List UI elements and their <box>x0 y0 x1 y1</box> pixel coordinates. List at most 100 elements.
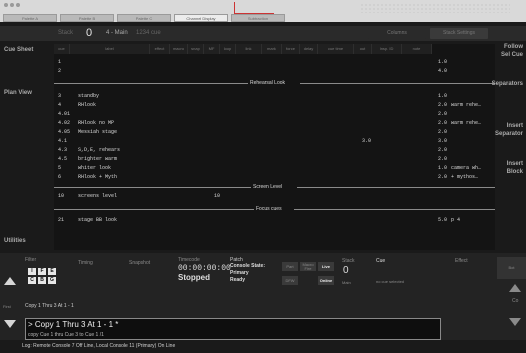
column-header-macro[interactable]: macro <box>170 44 188 54</box>
filter-g-button[interactable]: G <box>48 277 56 284</box>
cue-row[interactable]: 2 4.0 <box>54 67 495 76</box>
cue-row[interactable]: 3 standby 1.0 <box>54 92 495 101</box>
bottom-main-button[interactable]: Main <box>342 280 351 285</box>
column-header-insp-id[interactable]: Insp. ID <box>372 44 402 54</box>
dfw-button[interactable]: DFW <box>282 276 298 285</box>
filter-f-button[interactable]: F <box>38 268 46 275</box>
follow-sel-cue-button[interactable]: Follow Sel Cue <box>501 43 523 59</box>
macro-fire-button[interactable]: Macro Fire <box>300 262 316 271</box>
insert-block-button[interactable]: Insert Block <box>507 160 523 176</box>
column-header-delay[interactable]: delay <box>300 44 318 54</box>
separators-label[interactable]: Separators <box>492 80 523 88</box>
command-line-text[interactable]: > Copy 1 Thru 3 At 1 - 1 * <box>28 320 118 329</box>
plan-view-label[interactable]: Plan View <box>4 90 32 96</box>
zoom-window-button[interactable] <box>16 3 20 7</box>
right-up-arrow-icon[interactable] <box>509 284 521 292</box>
cue-label: S,D,E, rehears <box>78 147 121 153</box>
filter-b-button[interactable]: B <box>38 277 46 284</box>
tab-channel-display[interactable]: Channel Display <box>174 14 228 22</box>
column-header-note[interactable]: note <box>402 44 432 54</box>
toolbar-dot-grid <box>360 3 510 13</box>
timing-label[interactable]: Timing <box>78 260 93 266</box>
filter-e-button[interactable]: E <box>48 268 56 275</box>
stack-number[interactable]: 0 <box>86 27 92 39</box>
co-button[interactable]: Co <box>512 298 518 304</box>
cue-row[interactable]: 10 screens level 10 <box>54 192 495 201</box>
tab-palette-b[interactable]: Palette B <box>60 14 114 22</box>
column-header-effect[interactable]: effect <box>150 44 170 54</box>
cue-number: 4.05 <box>58 129 71 135</box>
previous-command: Copy 1 Thru 3 At 1 - 1 <box>25 303 74 309</box>
separator-row[interactable]: Screen Level <box>54 183 495 191</box>
column-header-force[interactable]: force <box>282 44 300 54</box>
command-line[interactable]: > Copy 1 Thru 3 At 1 - 1 * copy Cue 1 th… <box>25 318 441 340</box>
cue-row[interactable]: 4.5 brighter warm 2.0 <box>54 155 495 164</box>
cue-row[interactable]: 4 RHlook 2.0 warm rehe… <box>54 101 495 110</box>
close-window-button[interactable] <box>4 3 8 7</box>
cue-row[interactable]: 4.1 3.0 3.0 <box>54 137 495 146</box>
down-arrow-icon[interactable] <box>4 320 16 328</box>
column-header-cue-time[interactable]: cue time <box>318 44 354 54</box>
cue-note: p 4 <box>451 217 461 223</box>
cue-insp: 2.0 <box>438 120 448 126</box>
cue-label: RHlook <box>78 102 97 108</box>
separator-row[interactable]: Rehearsal Look <box>54 79 495 87</box>
column-header-mf[interactable]: MF <box>204 44 220 54</box>
live-button[interactable]: Live <box>318 262 334 271</box>
online-button[interactable]: Online <box>318 276 334 285</box>
tab-palette-a[interactable]: Palette A <box>3 14 57 22</box>
insert-separator-button[interactable]: Insert Separator <box>495 122 523 138</box>
tab-palette-c[interactable]: Palette C <box>117 14 171 22</box>
filter-label: Filter <box>25 257 37 263</box>
cue-insp: 1.0 <box>438 93 448 99</box>
command-help-text: copy Cue 1 thru Cue 3 to Cue 1 /1 <box>28 332 104 338</box>
timecode-value: 00:00:00:00 <box>178 264 231 273</box>
bot-button[interactable]: Bot <box>497 257 526 279</box>
effect-label: Effect <box>455 258 468 264</box>
cue-row[interactable]: 4.01 2.0 <box>54 110 495 119</box>
column-header-link[interactable]: link <box>236 44 262 54</box>
cue-row[interactable]: 21 stage BB look 5.0 p 4 <box>54 216 495 225</box>
filter-i-button[interactable]: I <box>28 268 36 275</box>
stack-label: Stack <box>58 30 74 36</box>
cue-label: RHlook + Myth <box>78 174 118 180</box>
snapshot-label[interactable]: Snapshot <box>129 260 150 266</box>
stack-settings-button[interactable]: Stack Settings <box>430 28 488 39</box>
columns-button[interactable]: Columns <box>368 28 426 39</box>
up-arrow-icon[interactable] <box>4 277 16 285</box>
cue-number: 4 <box>58 102 62 108</box>
cue-insp: 3.0 <box>438 138 448 144</box>
cue-row[interactable]: 4.05 Messiah stage 2.0 <box>54 128 495 137</box>
cue-sheet-label[interactable]: Cue Sheet <box>4 47 33 53</box>
filter-c-button[interactable]: C <box>28 277 36 284</box>
part-button[interactable]: Part <box>282 262 298 271</box>
cue-row[interactable]: 5 whiter look 1.0 camera wh… <box>54 164 495 173</box>
separator-row[interactable]: Focus cues <box>54 205 495 213</box>
utilities-label[interactable]: Utilities <box>4 238 26 244</box>
cue-insp: 2.0 <box>438 102 448 108</box>
tab-subtraction[interactable]: Subtraction <box>231 14 285 22</box>
right-down-arrow-icon[interactable] <box>509 318 521 326</box>
column-header-mark[interactable]: mark <box>262 44 282 54</box>
bottom-stack-value[interactable]: 0 <box>343 265 349 276</box>
minimize-window-button[interactable] <box>10 3 14 7</box>
cue-row[interactable]: 4.3 S,D,E, rehears 2.0 <box>54 146 495 155</box>
timecode-label: Timecode <box>178 257 200 263</box>
separator-line <box>54 83 248 84</box>
status-bar: Log: Remote Console 7 Off Line, Local Co… <box>0 340 526 353</box>
cue-number: 1 <box>58 59 62 65</box>
cue-row[interactable]: 1 1.0 <box>54 58 495 67</box>
column-header-loop[interactable]: loop <box>220 44 236 54</box>
window-titlebar: Palette A Palette B Palette C Channel Di… <box>0 0 526 22</box>
cue-row[interactable]: 6 RHlook + Myth 2.0 + mythos… <box>54 173 495 182</box>
cue-insp: 5.0 <box>438 217 448 223</box>
separator-line <box>300 83 495 84</box>
cue-row[interactable]: 4.02 RHlook no MP 2.0 warm rehe… <box>54 119 495 128</box>
column-header-cue[interactable]: cue <box>54 44 70 54</box>
column-header-snap[interactable]: snap <box>188 44 204 54</box>
cue-insp: 1.0 <box>438 59 448 65</box>
column-header-out[interactable]: out <box>354 44 372 54</box>
cue-label: standby <box>78 93 100 99</box>
column-header-label[interactable]: label <box>70 44 150 54</box>
cue-label: brighter warm <box>78 156 118 162</box>
